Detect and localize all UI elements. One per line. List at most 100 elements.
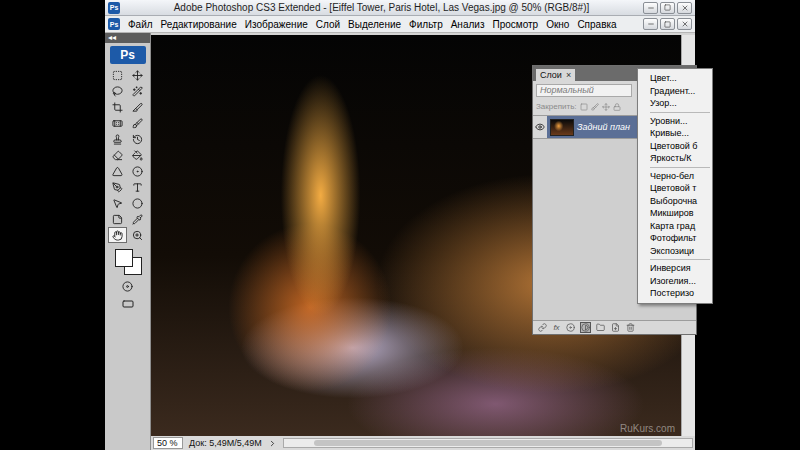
quick-mask-icon [122, 281, 133, 292]
tool-button[interactable] [108, 195, 127, 211]
tool-button[interactable] [128, 131, 147, 147]
maximize-button[interactable] [660, 18, 675, 30]
close-button[interactable] [677, 18, 692, 30]
tool-button[interactable] [128, 115, 147, 131]
tab-close[interactable]: × [566, 70, 571, 80]
menu-item[interactable]: Окно [542, 19, 573, 30]
tool-icon [132, 70, 143, 81]
adjustment-menu-item[interactable]: Градиент... [638, 85, 712, 98]
title-window-controls [643, 2, 692, 14]
fx-button[interactable]: fx [552, 322, 561, 333]
adjustment-button[interactable] [580, 322, 591, 333]
tool-button[interactable] [128, 211, 147, 227]
menu-item[interactable]: Справка [573, 19, 620, 30]
tool-button[interactable] [108, 67, 127, 83]
layers-tab[interactable]: Слои× [536, 69, 575, 81]
tool-icon [112, 230, 123, 241]
adjustment-menu-item[interactable]: Уровни... [638, 115, 712, 128]
link-icon [538, 323, 547, 332]
document-window-controls [643, 18, 692, 30]
tool-button[interactable] [128, 83, 147, 99]
screen-mode-icon [122, 298, 134, 310]
lock-transparency-icon[interactable] [580, 103, 588, 111]
adjustment-menu-item[interactable]: Яркость/К [638, 152, 712, 165]
quick-mask-button[interactable] [118, 279, 138, 293]
tool-icon [132, 214, 143, 225]
menu-item[interactable]: Фильтр [405, 19, 447, 30]
screen-mode-button[interactable] [118, 297, 138, 311]
adjustment-icon [581, 323, 590, 332]
menu-item[interactable]: Выделение [344, 19, 405, 30]
tool-button[interactable] [128, 227, 147, 243]
tool-button[interactable] [128, 147, 147, 163]
toolbox: ◂◂ Ps [105, 33, 151, 450]
tool-button[interactable] [108, 131, 127, 147]
toolbox-logo[interactable]: Ps [110, 46, 146, 64]
status-menu-icon[interactable] [268, 439, 277, 448]
document-logo[interactable]: Ps [108, 18, 120, 30]
adjustment-menu-item[interactable]: Выборочна [638, 195, 712, 208]
adjustment-menu-item[interactable]: Изогелия... [638, 275, 712, 288]
minimize-button[interactable] [643, 2, 658, 14]
adjustment-menu-item[interactable]: Узор... [638, 97, 712, 110]
tool-icon [112, 118, 123, 129]
adjustment-menu-item[interactable]: Цветовой б [638, 140, 712, 153]
tool-button[interactable] [128, 195, 147, 211]
adjustment-menu-item[interactable]: Карта град [638, 220, 712, 233]
adjustment-menu-item[interactable]: Цвет... [638, 72, 712, 85]
panel-footer: fx [533, 320, 696, 334]
window-title: Adobe Photoshop CS3 Extended - [Eiffel T… [124, 2, 639, 13]
lock-all-icon[interactable] [613, 103, 621, 111]
adjustment-menu-item[interactable]: Фотофильт [638, 232, 712, 245]
adjustment-menu-item[interactable]: Экспозици [638, 245, 712, 258]
adjustment-menu-item[interactable]: Кривые... [638, 127, 712, 140]
new-button[interactable] [610, 322, 621, 333]
menu-item[interactable]: Редактирование [157, 19, 241, 30]
foreground-color[interactable] [115, 249, 133, 267]
mask-button[interactable] [565, 322, 576, 333]
adjustment-menu-item[interactable]: Микширов [638, 207, 712, 220]
tool-button[interactable] [108, 211, 127, 227]
tool-grid [108, 67, 147, 243]
tool-button[interactable] [108, 179, 127, 195]
tool-button[interactable] [128, 179, 147, 195]
group-button[interactable] [595, 322, 606, 333]
close-icon [681, 20, 689, 28]
minimize-button[interactable] [643, 18, 658, 30]
menu-item[interactable]: Просмотр [488, 19, 542, 30]
tool-button[interactable] [128, 67, 147, 83]
adjustment-menu-item[interactable]: Черно-бел [638, 170, 712, 183]
tool-button[interactable] [128, 99, 147, 115]
menu-item[interactable]: Изображение [241, 19, 312, 30]
tool-button[interactable] [108, 147, 127, 163]
menu-item[interactable]: Слой [312, 19, 344, 30]
tool-button[interactable] [108, 99, 127, 115]
tool-button[interactable] [108, 163, 127, 179]
tool-button[interactable] [108, 83, 127, 99]
delete-button[interactable] [625, 322, 636, 333]
lock-position-icon[interactable] [602, 103, 610, 111]
tool-button[interactable] [128, 163, 147, 179]
adjustment-menu: Цвет...Градиент...Узор... Уровни...Кривые… [637, 68, 713, 304]
adjustment-menu-item[interactable]: Инверсия [638, 262, 712, 275]
letterbox-left [0, 0, 105, 450]
toolbox-collapse[interactable]: ◂◂ [105, 33, 150, 43]
close-button[interactable] [677, 2, 692, 14]
maximize-button[interactable] [660, 2, 675, 14]
adjustment-menu-item[interactable]: Постеризо [638, 287, 712, 300]
mask-icon [566, 323, 575, 332]
menu-item[interactable]: Анализ [447, 19, 489, 30]
visibility-toggle[interactable] [533, 116, 547, 138]
menu-item[interactable]: Файл [124, 19, 157, 30]
lock-pixels-icon[interactable] [591, 103, 599, 111]
tool-button[interactable] [108, 227, 127, 243]
tool-icon [112, 166, 123, 177]
adjustment-menu-item[interactable]: Цветовой т [638, 182, 712, 195]
zoom-field[interactable]: 50 % [153, 437, 183, 449]
blend-mode-field[interactable]: Нормальный [536, 84, 632, 97]
scroll-thumb[interactable] [314, 440, 662, 446]
horizontal-scrollbar[interactable] [283, 438, 693, 448]
tool-button[interactable] [108, 115, 127, 131]
link-button[interactable] [537, 322, 548, 333]
status-bar: 50 %Док: 5,49М/5,49М [151, 436, 695, 450]
